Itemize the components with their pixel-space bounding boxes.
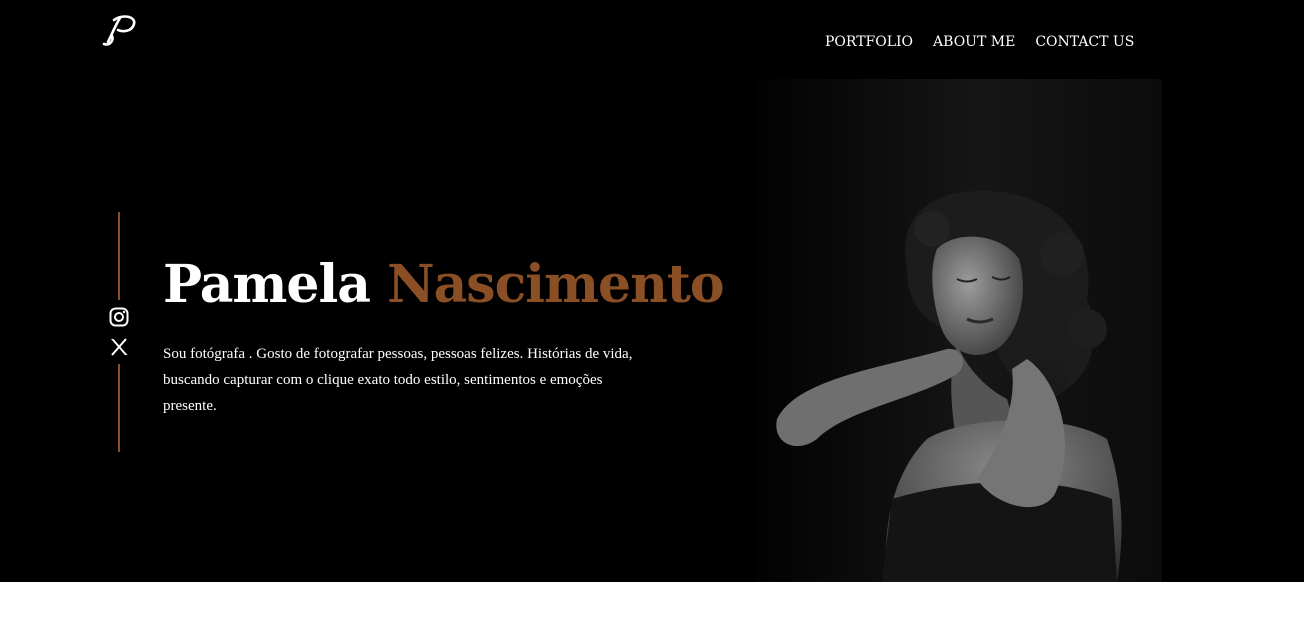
- hero-section: PORTFOLIO ABOUT ME CONTACT US Pamela Nas…: [0, 0, 1304, 582]
- accent-divider-top: [118, 212, 120, 300]
- nav-portfolio[interactable]: PORTFOLIO: [825, 34, 913, 50]
- main-nav: PORTFOLIO ABOUT ME CONTACT US: [825, 34, 1134, 50]
- accent-divider-bottom: [118, 364, 120, 452]
- instagram-icon[interactable]: [108, 306, 130, 328]
- portrait-photo: [757, 79, 1162, 582]
- last-name: Nascimento: [387, 254, 725, 315]
- x-twitter-icon[interactable]: [108, 336, 130, 358]
- nav-about-me[interactable]: ABOUT ME: [933, 34, 1015, 50]
- script-p-logo-icon[interactable]: [100, 12, 140, 48]
- hero-title: Pamela Nascimento: [163, 252, 725, 318]
- nav-contact-us[interactable]: CONTACT US: [1035, 34, 1134, 50]
- hero-bio: Sou fotógrafa . Gosto de fotografar pess…: [163, 346, 633, 414]
- first-name: Pamela: [163, 254, 371, 315]
